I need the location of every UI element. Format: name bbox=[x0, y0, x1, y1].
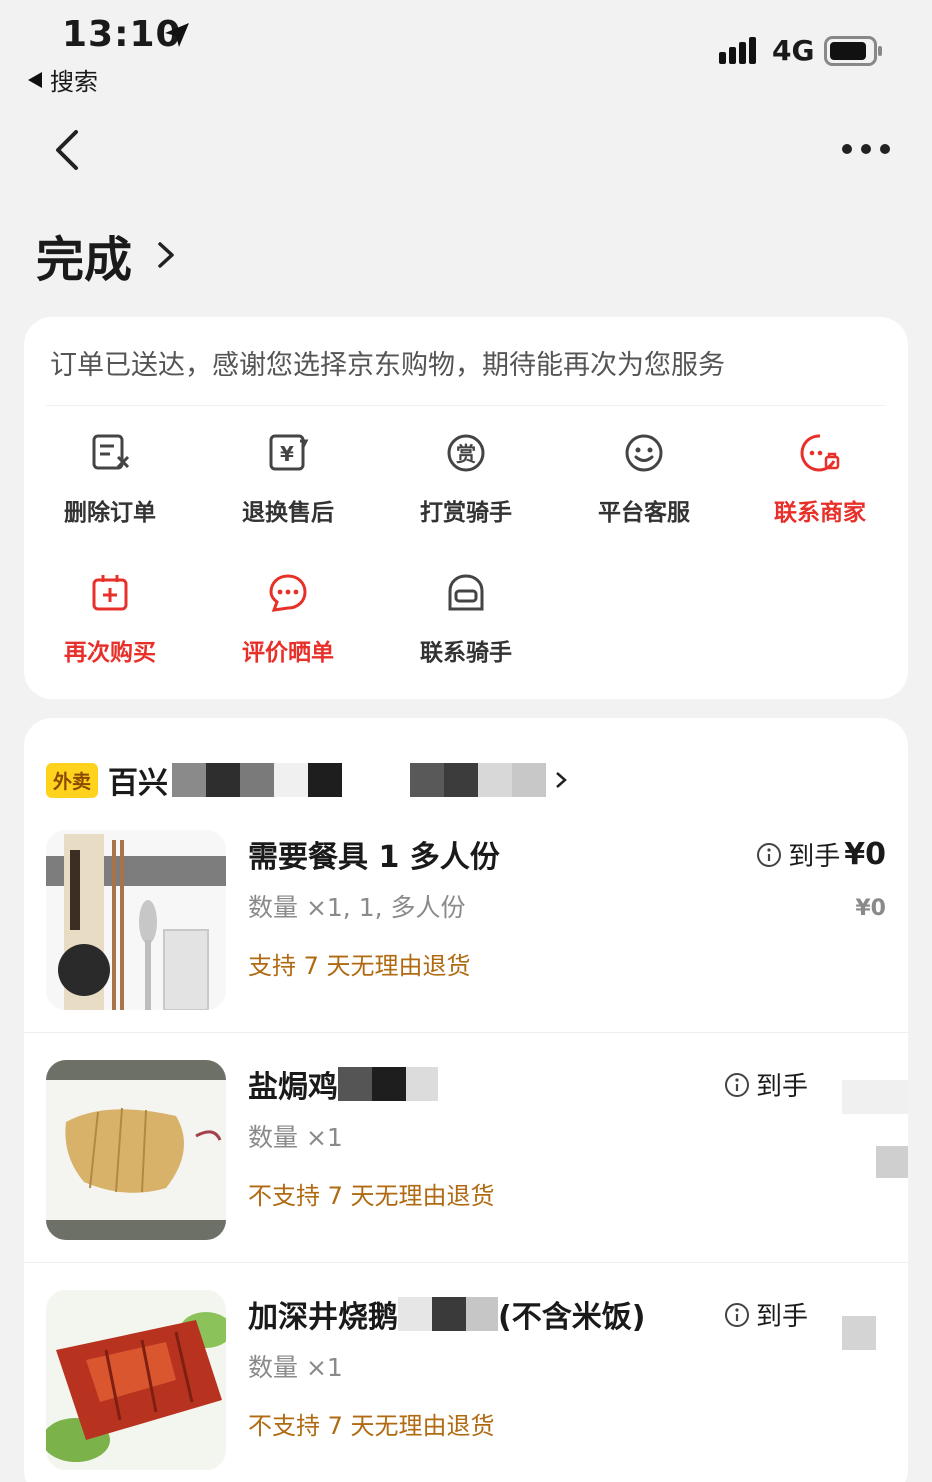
action-buy-again[interactable]: 再次购买 bbox=[30, 571, 190, 667]
price-label: 到手 bbox=[755, 1302, 808, 1332]
action-label: 联系商家 bbox=[774, 500, 866, 526]
item-image-salt-baked-chicken bbox=[46, 1060, 226, 1240]
redacted-mosaic bbox=[406, 1067, 438, 1101]
price-row[interactable]: 到手 bbox=[724, 1066, 808, 1103]
back-chevron-icon[interactable] bbox=[50, 126, 86, 174]
divider bbox=[24, 1032, 908, 1033]
redacted-mosaic bbox=[172, 763, 547, 797]
customer-service-icon bbox=[625, 434, 663, 472]
return-policy: 不支持 7 天无理由退货 bbox=[248, 1412, 495, 1440]
action-label: 删除订单 bbox=[64, 500, 156, 526]
divider bbox=[24, 1262, 908, 1263]
status-message: 订单已送达，感谢您选择京东购物，期待能再次为您服务 bbox=[50, 350, 725, 381]
info-icon bbox=[724, 1072, 749, 1097]
battery-icon bbox=[824, 36, 882, 66]
status-bar: 13:10 搜索 4G bbox=[0, 0, 932, 100]
item-name-suffix: (不含米饭) bbox=[498, 1300, 646, 1335]
action-label: 再次购买 bbox=[64, 640, 156, 666]
price-label: 到手 bbox=[755, 1072, 808, 1102]
status-title-text: 完成 bbox=[36, 232, 133, 288]
refund-icon: ¥ bbox=[269, 434, 309, 471]
takeout-badge: 外卖 bbox=[46, 762, 99, 798]
network-label: 4G bbox=[772, 34, 815, 67]
item-name: 需要餐具 1 多人份 bbox=[248, 840, 500, 875]
action-label: 联系骑手 bbox=[420, 640, 512, 666]
shop-header[interactable]: 外卖 百兴 bbox=[46, 758, 568, 802]
action-reward-rider[interactable]: 赏 打赏骑手 bbox=[386, 431, 546, 527]
redacted-mosaic bbox=[842, 1316, 876, 1350]
order-status-card: 订单已送达，感谢您选择京东购物，期待能再次为您服务 删除订单 ¥ 退换售后 赏 … bbox=[24, 317, 908, 699]
item-image-tableware bbox=[46, 830, 226, 1010]
review-icon bbox=[269, 574, 307, 612]
item-quantity: 数量 ×1 bbox=[248, 1353, 343, 1382]
delete-order-icon bbox=[92, 434, 130, 470]
list-item[interactable]: 加深井烧鹅 (不含米饭) 数量 ×1 不支持 7 天无理由退货 到手 bbox=[24, 1290, 908, 1482]
chevron-right-icon bbox=[556, 772, 567, 788]
divider bbox=[46, 405, 886, 406]
back-to-app[interactable]: 搜索 bbox=[28, 62, 98, 97]
action-label: 平台客服 bbox=[598, 500, 690, 526]
action-platform-service[interactable]: 平台客服 bbox=[564, 431, 724, 527]
contact-merchant-icon bbox=[800, 434, 840, 472]
price-label: 到手 bbox=[788, 842, 841, 872]
action-label: 退换售后 bbox=[242, 500, 334, 526]
action-delete-order[interactable]: 删除订单 bbox=[30, 431, 190, 527]
order-status-title[interactable]: 完成 bbox=[36, 220, 178, 290]
redacted-mosaic bbox=[398, 1297, 432, 1331]
order-items-card: 外卖 百兴 需要餐具 1 多人份 数量 ×1, 1, 多人份 支持 7 天无理由… bbox=[24, 718, 908, 1482]
shop-name: 百兴 bbox=[108, 766, 169, 801]
info-icon bbox=[724, 1302, 749, 1327]
item-image-roast-goose bbox=[46, 1290, 226, 1470]
item-name: 盐焗鸡 bbox=[248, 1062, 438, 1106]
svg-text:赏: 赏 bbox=[456, 442, 476, 466]
redacted-mosaic bbox=[372, 1067, 406, 1101]
action-review[interactable]: 评价晒单 bbox=[208, 571, 368, 667]
item-quantity: 数量 ×1 bbox=[248, 1123, 343, 1152]
action-refund[interactable]: ¥ 退换售后 bbox=[208, 431, 368, 527]
more-dots-icon[interactable] bbox=[840, 140, 892, 158]
price-original: ¥0 bbox=[855, 896, 886, 921]
item-name: 加深井烧鹅 (不含米饭) bbox=[248, 1292, 645, 1336]
return-policy: 支持 7 天无理由退货 bbox=[248, 952, 471, 980]
back-triangle-icon bbox=[28, 71, 42, 88]
action-label: 评价晒单 bbox=[242, 640, 334, 666]
return-policy: 不支持 7 天无理由退货 bbox=[248, 1182, 495, 1210]
price-row[interactable]: 到手 bbox=[724, 1296, 808, 1333]
list-item[interactable]: 需要餐具 1 多人份 数量 ×1, 1, 多人份 支持 7 天无理由退货 到手 … bbox=[24, 830, 908, 1060]
redacted-mosaic bbox=[466, 1297, 498, 1331]
price-row[interactable]: 到手 ¥0 bbox=[756, 836, 886, 873]
info-icon bbox=[757, 842, 782, 867]
price-amount: ¥0 bbox=[844, 837, 886, 872]
redacted-mosaic bbox=[842, 1080, 908, 1114]
redacted-mosaic bbox=[876, 1146, 908, 1178]
chevron-right-icon bbox=[158, 242, 174, 268]
item-quantity: 数量 ×1, 1, 多人份 bbox=[248, 893, 466, 922]
contact-rider-icon bbox=[448, 574, 484, 611]
redacted-mosaic bbox=[338, 1067, 372, 1101]
action-contact-rider[interactable]: 联系骑手 bbox=[386, 571, 546, 667]
action-label: 打赏骑手 bbox=[420, 500, 512, 526]
item-name-text: 盐焗鸡 bbox=[248, 1070, 338, 1105]
buy-again-icon bbox=[92, 575, 128, 611]
back-app-label: 搜索 bbox=[50, 68, 98, 96]
redacted-mosaic bbox=[432, 1297, 466, 1331]
action-contact-merchant[interactable]: 联系商家 bbox=[740, 431, 900, 527]
signal-icon bbox=[719, 37, 756, 64]
reward-icon: 赏 bbox=[447, 434, 485, 472]
item-name-text: 加深井烧鹅 bbox=[248, 1300, 398, 1335]
location-arrow-icon bbox=[165, 23, 189, 47]
svg-text:¥: ¥ bbox=[280, 442, 294, 466]
list-item[interactable]: 盐焗鸡 数量 ×1 不支持 7 天无理由退货 到手 bbox=[24, 1060, 908, 1290]
